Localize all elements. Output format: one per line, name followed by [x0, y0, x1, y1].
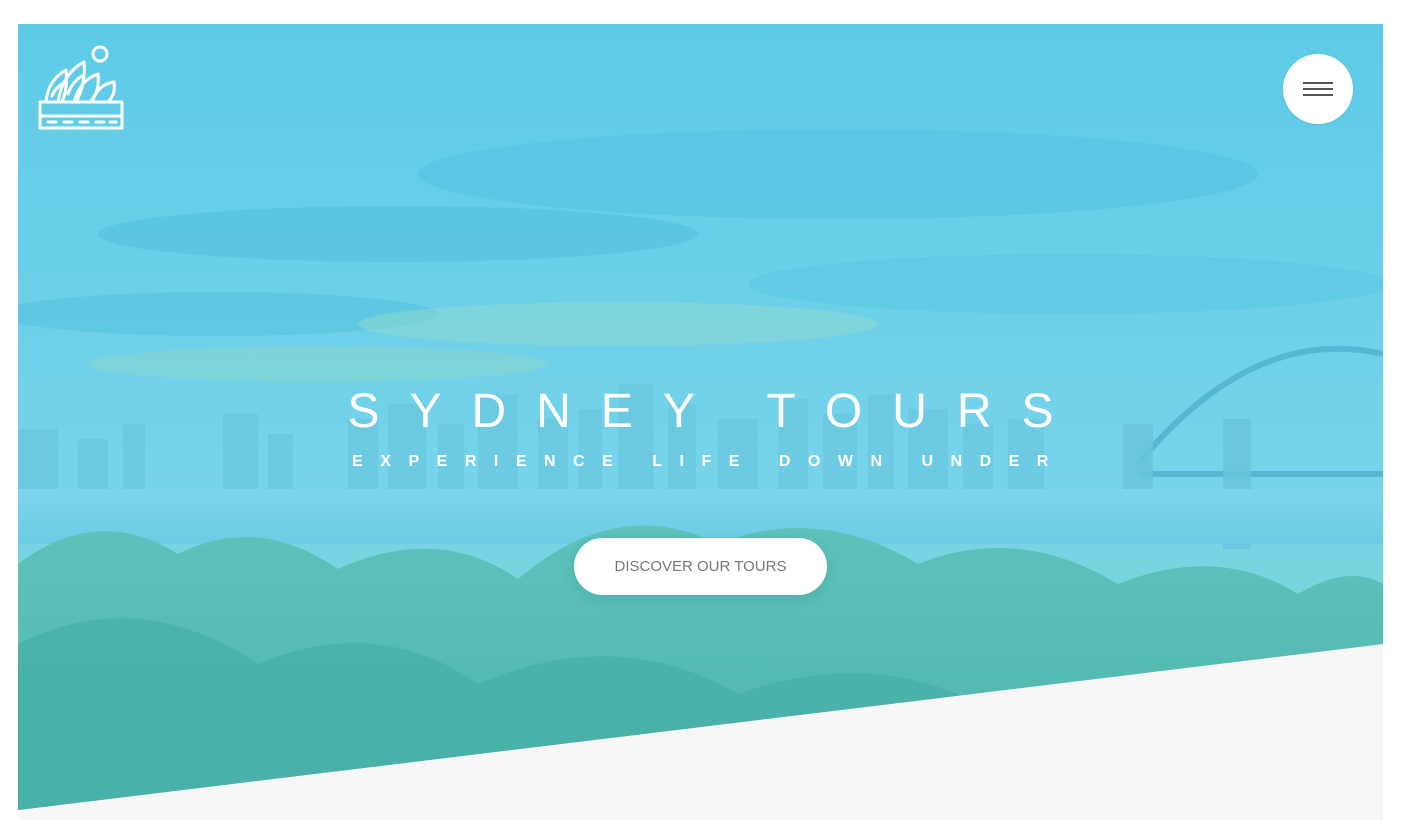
discover-tours-button[interactable]: DISCOVER OUR TOURS	[574, 538, 827, 595]
hero-section: SYDNEY TOURS EXPERIENCE LIFE DOWN UNDER …	[18, 24, 1383, 820]
hamburger-menu-icon	[1303, 82, 1333, 84]
hamburger-menu-button[interactable]	[1283, 54, 1353, 124]
hero-title: SYDNEY TOURS	[347, 385, 1084, 438]
opera-house-logo-icon[interactable]	[38, 44, 124, 130]
page: SYDNEY TOURS EXPERIENCE LIFE DOWN UNDER …	[0, 0, 1402, 820]
hamburger-menu-icon-bar	[1303, 94, 1333, 96]
hamburger-menu-icon-bar	[1303, 88, 1333, 90]
hero-text-box: SYDNEY TOURS EXPERIENCE LIFE DOWN UNDER	[18, 384, 1383, 472]
hero-subtitle: EXPERIENCE LIFE DOWN UNDER	[352, 453, 1066, 470]
